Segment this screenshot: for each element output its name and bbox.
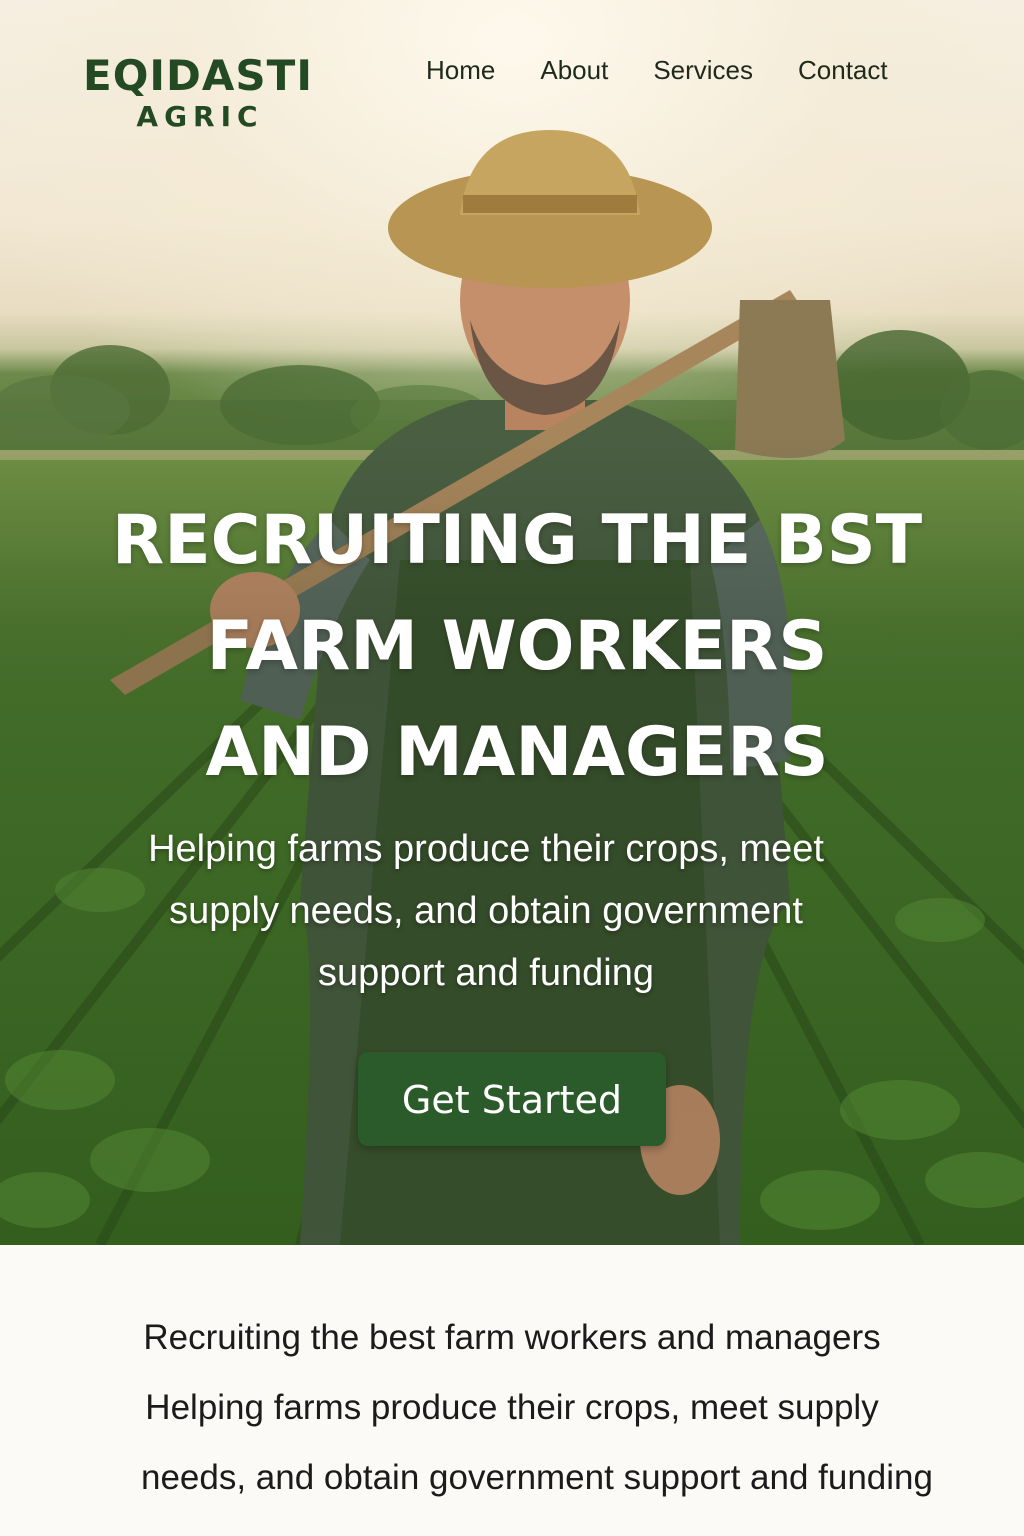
intro-section: Recruiting the best farm workers and man… — [0, 1245, 1024, 1536]
hero-subheadline-line: supply needs, and obtain government — [169, 890, 803, 932]
intro-line: needs, and obtain government support and… — [141, 1458, 933, 1497]
hero-headline-line: FARM WORKERS — [206, 607, 828, 686]
brand-name: EQIDASTI — [83, 51, 313, 100]
hero-headline: RECRUITING THE BST FARM WORKERS AND MANAGE… — [60, 488, 974, 806]
brand-subtitle: AGRIC — [136, 100, 264, 133]
brand-logo[interactable]: EQIDASTI AGRIC — [78, 52, 318, 134]
hero-headline-line: RECRUITING THE BST — [111, 501, 923, 580]
nav-contact[interactable]: Contact — [798, 52, 888, 88]
hero-subheadline-line: support and funding — [318, 952, 654, 994]
nav-services[interactable]: Services — [653, 52, 753, 88]
get-started-button[interactable]: Get Started — [358, 1052, 666, 1146]
hero-subheadline: Helping farms produce their crops, meet s… — [96, 818, 876, 1004]
intro-line: Recruiting the best farm workers and man… — [143, 1318, 881, 1357]
main-nav: Home About Services Contact — [426, 52, 888, 88]
nav-home[interactable]: Home — [426, 52, 495, 88]
hero-headline-line: AND MANAGERS — [205, 713, 829, 792]
intro-line: Helping farms produce their crops, meet … — [145, 1388, 879, 1427]
hero-subheadline-line: Helping farms produce their crops, meet — [148, 828, 824, 870]
nav-about[interactable]: About — [540, 52, 608, 88]
